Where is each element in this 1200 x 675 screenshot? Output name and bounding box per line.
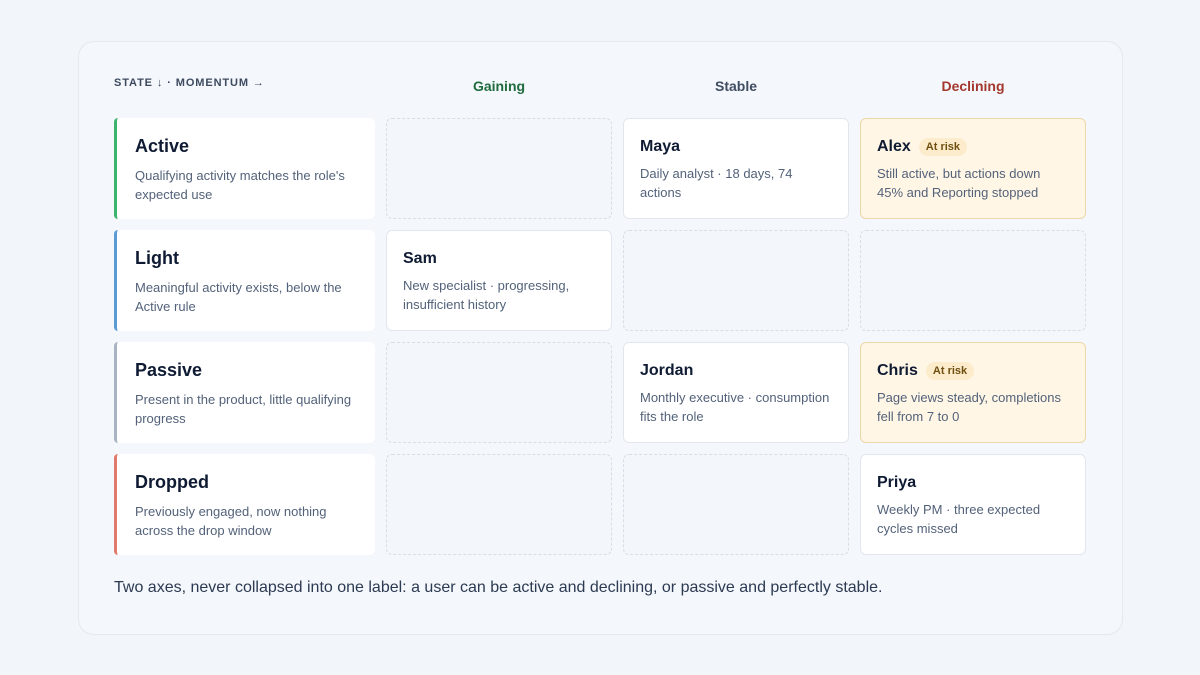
axis-label: STATE ↓ · MOMENTUM → <box>114 77 265 89</box>
column-header-declining: Declining <box>941 78 1005 94</box>
user-card-maya[interactable]: Maya Daily analyst · 18 days, 74 actions <box>623 118 849 219</box>
state-title: Active <box>135 136 190 156</box>
user-name: Jordan <box>640 362 694 379</box>
state-title: Light <box>135 248 179 268</box>
state-description: Previously engaged, now nothing across t… <box>135 504 327 538</box>
state-description: Qualifying activity matches the role's e… <box>135 168 345 202</box>
user-name: Chris <box>877 362 918 379</box>
empty-cell-dropped-stable <box>623 454 849 555</box>
state-description: Present in the product, little qualifyin… <box>135 392 352 426</box>
user-card-alex[interactable]: Alex At risk Still active, but actions d… <box>860 118 1086 219</box>
user-description: Monthly executive · consumption fits the… <box>640 390 830 424</box>
state-title: Dropped <box>135 472 209 492</box>
state-title: Passive <box>135 360 203 380</box>
user-card-priya[interactable]: Priya Weekly PM · three expected cycles … <box>860 454 1086 555</box>
user-description: Daily analyst · 18 days, 74 actions <box>640 166 793 200</box>
state-card-passive: Passive Present in the product, little q… <box>114 342 375 443</box>
user-name: Alex <box>877 138 911 155</box>
empty-cell-dropped-gaining <box>386 454 612 555</box>
footnote: Two axes, never collapsed into one label… <box>114 579 883 596</box>
empty-cell-light-declining <box>860 230 1086 331</box>
user-name: Priya <box>877 474 917 491</box>
empty-cell-passive-gaining <box>386 342 612 443</box>
user-name: Sam <box>403 250 437 267</box>
column-header-gaining: Gaining <box>472 78 526 94</box>
empty-cell-active-gaining <box>386 118 612 219</box>
at-risk-badge: At risk <box>918 138 968 156</box>
user-description: Weekly PM · three expected cycles missed <box>877 502 1041 536</box>
state-description: Meaningful activity exists, below the Ac… <box>135 280 342 314</box>
state-card-active: Active Qualifying activity matches the r… <box>114 118 375 219</box>
user-card-jordan[interactable]: Jordan Monthly executive · consumption f… <box>623 342 849 443</box>
column-header-stable: Stable <box>714 78 757 94</box>
user-name: Maya <box>640 138 681 155</box>
user-description: Still active, but actions down 45% and R… <box>877 166 1041 200</box>
user-description: Page views steady, completions fell from… <box>877 390 1062 424</box>
state-card-dropped: Dropped Previously engaged, now nothing … <box>114 454 375 555</box>
at-risk-badge: At risk <box>925 362 975 380</box>
state-card-light: Light Meaningful activity exists, below … <box>114 230 375 331</box>
user-description: New specialist · progressing, insufficie… <box>403 278 570 312</box>
empty-cell-light-stable <box>623 230 849 331</box>
user-card-sam[interactable]: Sam New specialist · progressing, insuff… <box>386 230 612 331</box>
user-card-chris[interactable]: Chris At risk Page views steady, complet… <box>860 342 1086 443</box>
